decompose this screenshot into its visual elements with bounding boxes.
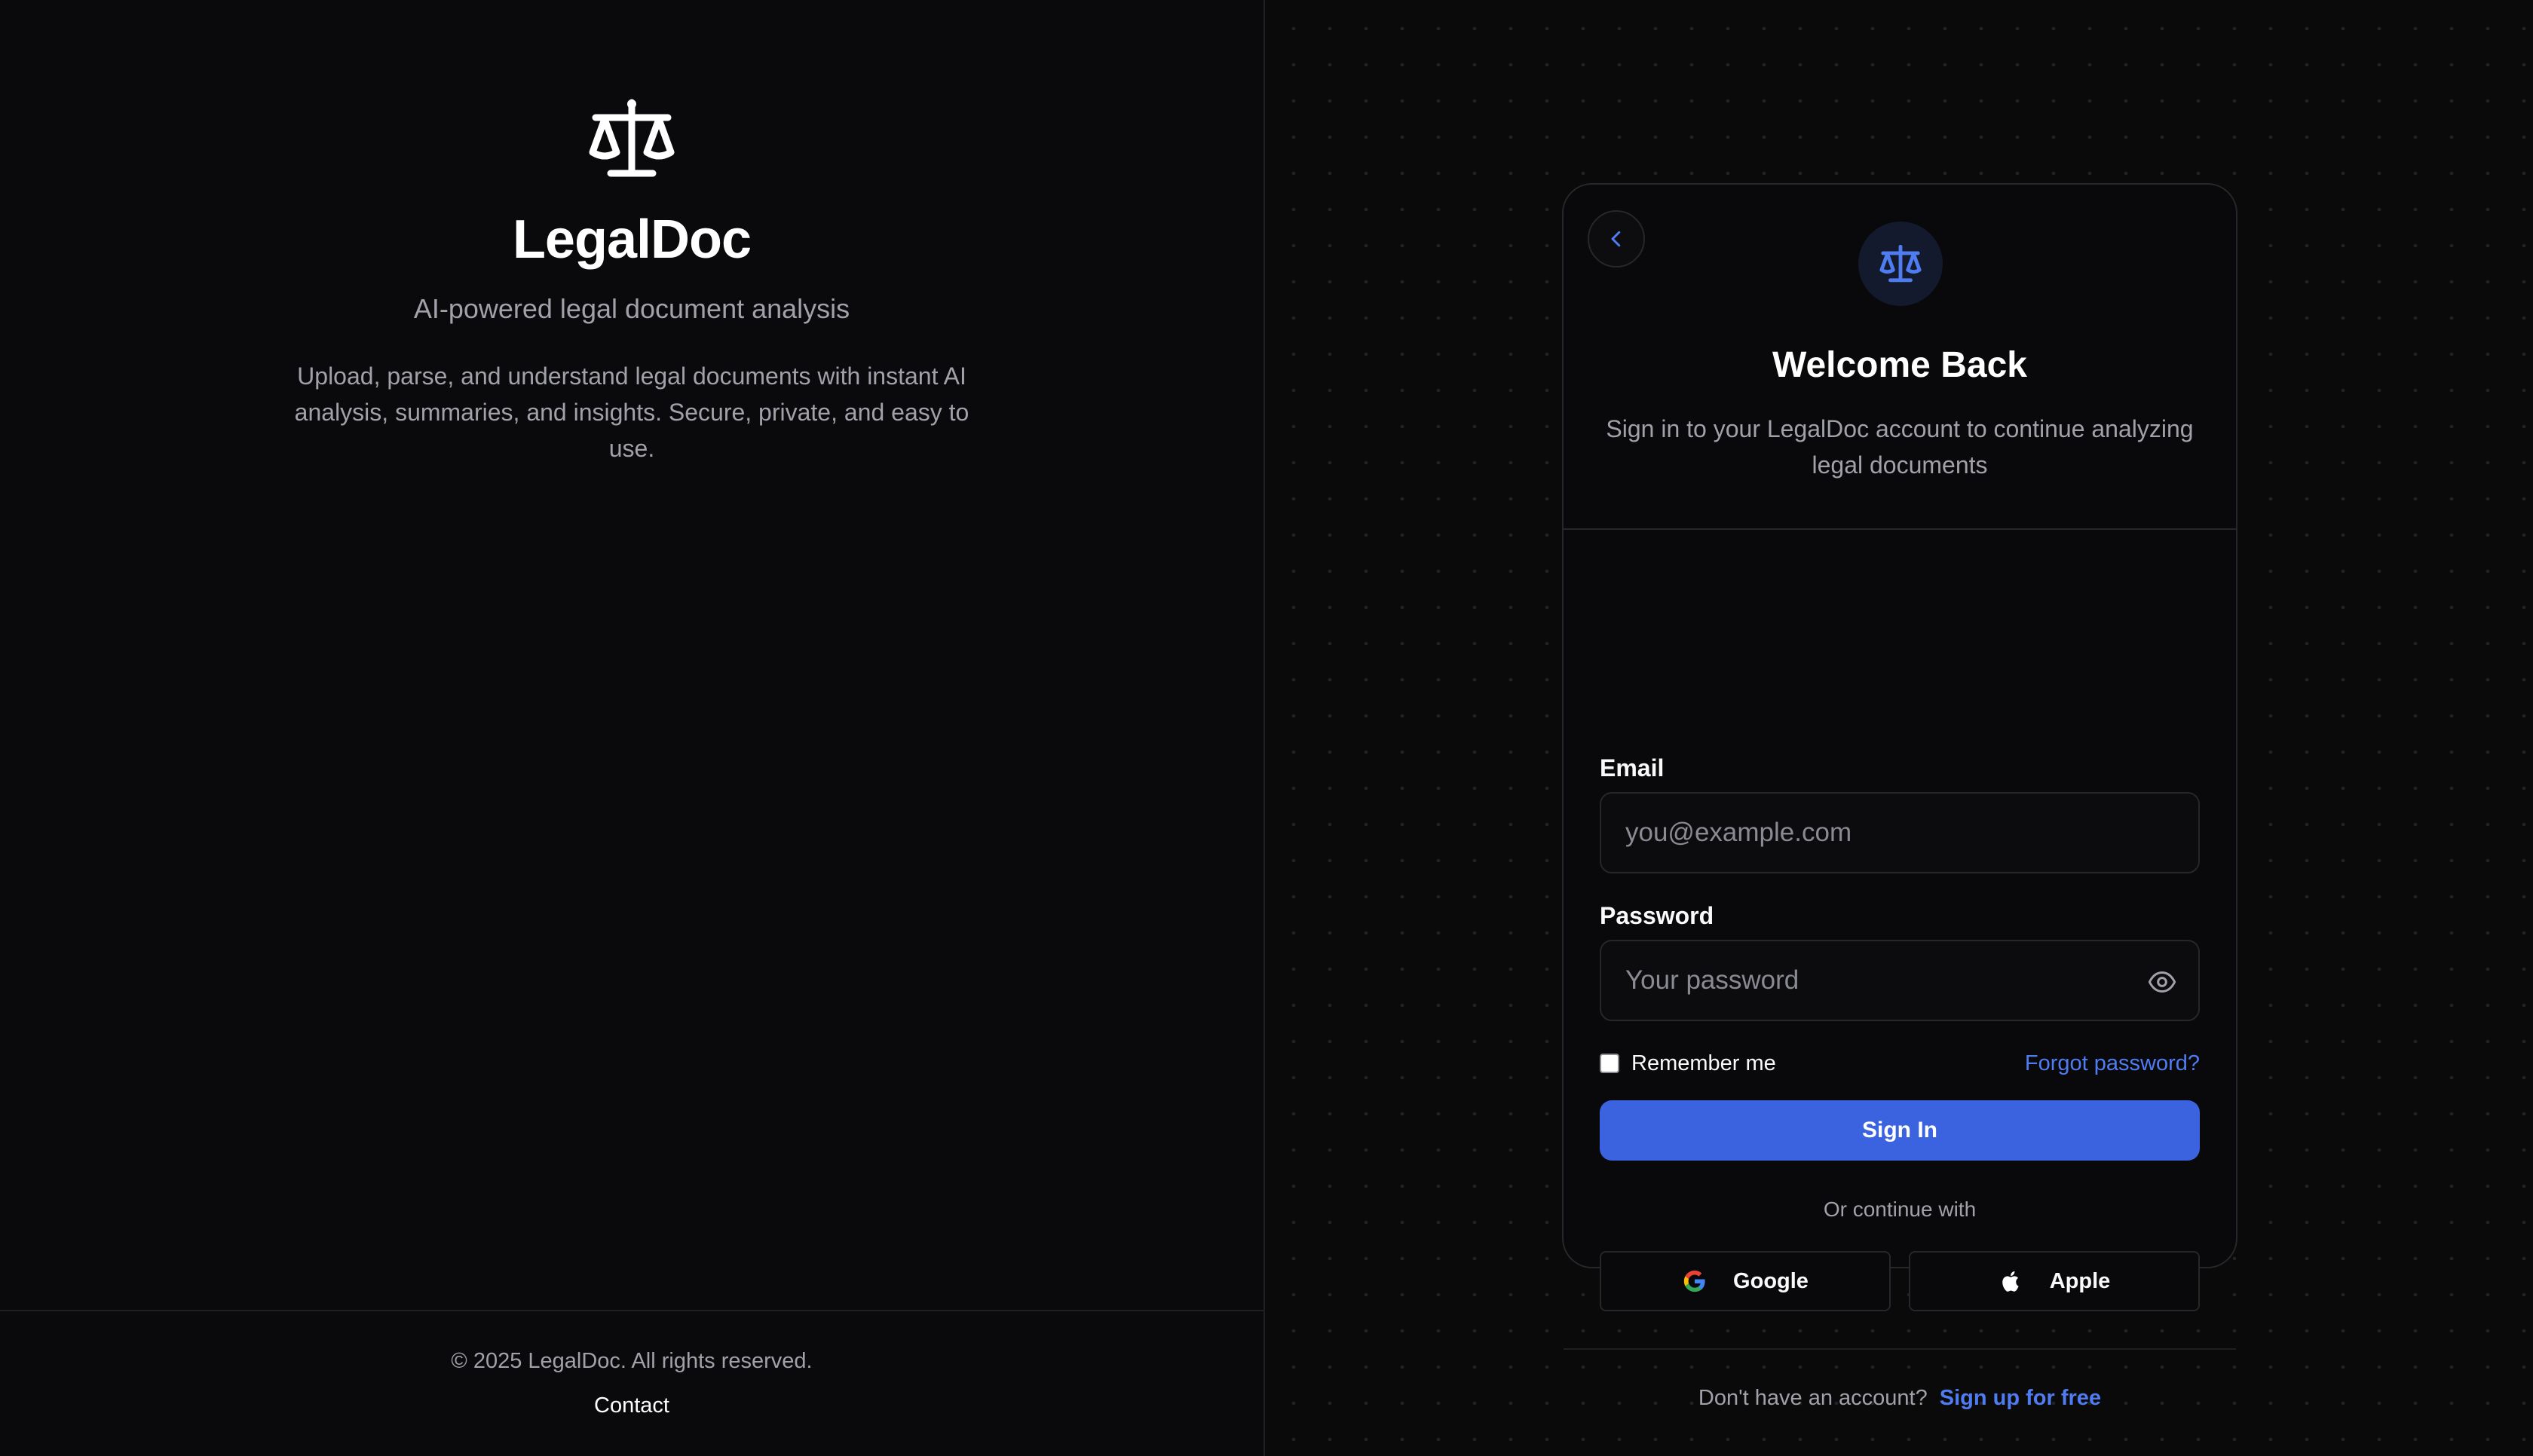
show-password-button[interactable] [2144,964,2180,1000]
remember-label: Remember me [1631,1051,1776,1075]
forgot-password-link[interactable]: Forgot password? [2025,1051,2200,1076]
apple-label: Apple [2049,1268,2111,1293]
signup-prompt: Don't have an account? Sign up for free [1564,1386,2236,1411]
remember-me[interactable]: Remember me [1600,1051,1776,1076]
or-continue-text: Or continue with [1823,1198,1977,1221]
page-footer: © 2025 LegalDoc. All rights reserved. Co… [0,1310,1263,1456]
eye-icon [2148,971,2176,993]
login-panel: Welcome Back Sign in to your LegalDoc ac… [1265,0,2533,1456]
email-field[interactable] [1601,794,2198,872]
apple-sign-in-button[interactable]: Apple [1909,1251,2200,1311]
google-label: Google [1733,1268,1809,1293]
email-label: Email [1600,754,1665,782]
apple-icon [2002,1271,2019,1292]
password-field-wrapper [1600,940,2200,1021]
sign-up-link[interactable]: Sign up for free [1940,1386,2101,1410]
brand-tagline: AI-powered legal document analysis [413,293,850,324]
no-account-text: Don't have an account? [1698,1386,1928,1410]
copyright-text: © 2025 LegalDoc. All rights reserved. [451,1349,813,1373]
remember-checkbox[interactable] [1600,1054,1619,1073]
login-card: Welcome Back Sign in to your LegalDoc ac… [1562,183,2237,1410]
chevron-left-icon [1611,231,1621,247]
brand-name: LegalDoc [512,210,752,270]
branding-panel: LegalDoc AI-powered legal document analy… [0,0,1265,1456]
email-field-wrapper [1600,792,2200,873]
password-label: Password [1600,902,1714,929]
login-subtitle: Sign in to your LegalDoc account to cont… [1606,415,2194,479]
contact-link[interactable]: Contact [594,1393,669,1418]
remember-row: Remember me Forgot password? [1600,1048,2200,1078]
login-page: LegalDoc AI-powered legal document analy… [0,0,2533,1456]
brand-block: LegalDoc AI-powered legal document analy… [0,98,1263,466]
divider [1564,1348,2236,1350]
login-title: Welcome Back [1772,345,2027,385]
back-button[interactable] [1588,210,1645,268]
sign-in-button[interactable]: Sign In [1600,1100,2200,1161]
scale-icon [589,99,675,177]
divider [1564,528,2236,530]
google-sign-in-button[interactable]: Google [1600,1251,1891,1311]
brand-description: Upload, parse, and understand legal docu… [294,362,969,463]
google-icon [1683,1270,1705,1292]
scale-icon [1879,244,1922,283]
password-field[interactable] [1601,941,2198,1020]
card-logo [1858,222,1943,306]
